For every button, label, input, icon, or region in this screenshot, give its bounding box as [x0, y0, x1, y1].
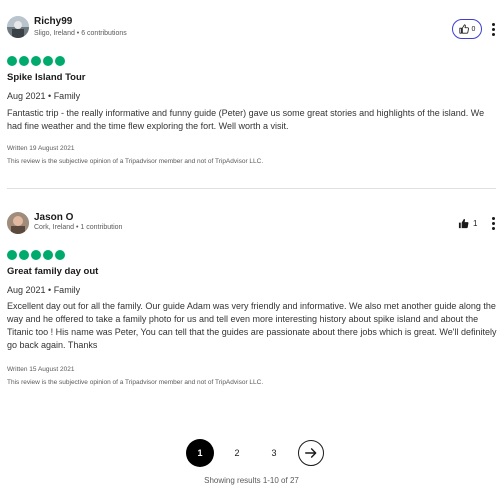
results-count: Showing results 1-10 of 27: [204, 476, 299, 485]
trip-info: Aug 2021 • Family: [7, 285, 81, 295]
page-2-link[interactable]: 2: [223, 439, 251, 467]
more-options-button[interactable]: [489, 215, 497, 231]
next-page-button[interactable]: [298, 440, 324, 466]
thumbs-up-icon: [458, 218, 469, 228]
trip-info: Aug 2021 • Family: [7, 91, 81, 101]
rating-bubbles: [7, 56, 65, 66]
reviewer-meta: Sligo, Ireland • 6 contributions: [34, 30, 127, 37]
helpful-button[interactable]: 1: [458, 215, 477, 231]
helpful-count: 1: [473, 218, 478, 228]
page-3-link[interactable]: 3: [260, 439, 288, 467]
helpful-button[interactable]: 0: [452, 19, 482, 39]
review-body: Excellent day out for all the family. Ou…: [7, 301, 497, 350]
review-title[interactable]: Spike Island Tour: [7, 72, 85, 83]
review-body: Fantastic trip - the really informative …: [7, 108, 485, 131]
arrow-right-icon: [305, 448, 317, 458]
review-disclaimer: This review is the subjective opinion of…: [7, 158, 264, 165]
reviewer-name[interactable]: Jason O: [34, 212, 73, 223]
written-date: Written 19 August 2021: [7, 145, 75, 152]
more-vertical-icon: [491, 216, 495, 220]
review-title[interactable]: Great family day out: [7, 266, 98, 277]
reviewer-meta: Cork, Ireland • 1 contribution: [34, 224, 123, 231]
reviewer-name[interactable]: Richy99: [34, 16, 72, 27]
more-options-button[interactable]: [489, 21, 497, 37]
review-disclaimer: This review is the subjective opinion of…: [7, 379, 264, 386]
avatar[interactable]: [7, 16, 29, 38]
thumbs-up-icon: [458, 24, 469, 34]
more-vertical-icon: [491, 22, 495, 26]
avatar[interactable]: [7, 212, 29, 234]
pagination: 1 2 3: [186, 439, 324, 467]
page-current[interactable]: 1: [186, 439, 214, 467]
helpful-count: 0: [471, 25, 476, 33]
divider: [7, 188, 496, 189]
written-date: Written 15 August 2021: [7, 366, 75, 373]
rating-bubbles: [7, 250, 65, 260]
